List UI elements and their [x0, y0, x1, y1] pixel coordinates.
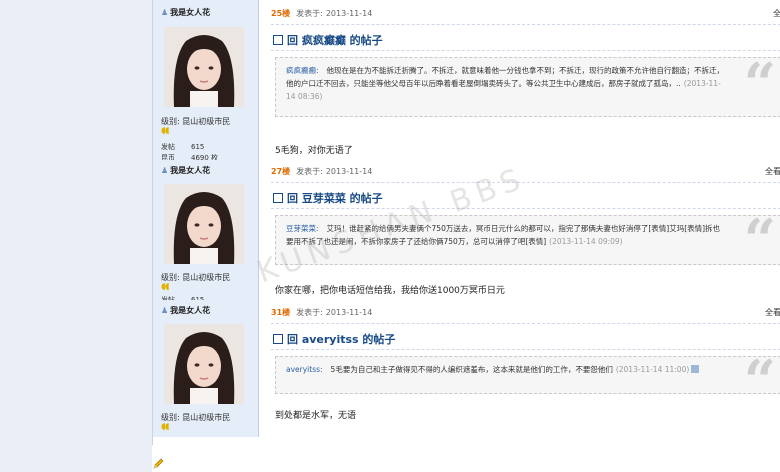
quote-author[interactable]: 豆芽菜菜:	[286, 224, 319, 233]
avatar-image	[164, 184, 244, 264]
post-date: 2013-11-14	[325, 167, 373, 176]
author-sidebar: ♟ 我是女人花 级别: 昆山初级市民 ◖◖	[153, 300, 259, 437]
quote-time: (2013-11-14 09:09)	[549, 237, 623, 246]
reply-icon	[273, 35, 283, 45]
user-icon: ♟	[161, 166, 169, 175]
quote-block: averyitss: 5毛要为自己和主子做得见不得的人编织遮羞布，这本来就是他们的…	[275, 356, 780, 394]
medal-icons: ◖◖	[161, 422, 170, 432]
quote-block: 疯疯癫癫: 他现在是在为不能拆迁折腾了。不拆迁，就意味着他一分钱也拿不到；不拆迁，…	[275, 57, 780, 117]
post-date: 2013-11-14	[325, 9, 373, 18]
thread-list: ♟ 我是女人花 级别: 昆山初级市民 ◖◖ 发帖 615 昆币 4690 枚 2…	[152, 0, 780, 445]
quote-author[interactable]: 疯疯癫癫:	[286, 66, 319, 75]
avatar-image	[164, 27, 244, 107]
stat-posts: 发帖 615	[161, 143, 205, 151]
reply-text: 到处都是水军，无语	[275, 411, 357, 421]
posted-label: 发表于:	[296, 167, 323, 176]
reply-text: 5毛狗，对你无语了	[275, 146, 353, 156]
avatar[interactable]	[164, 324, 244, 404]
left-gutter	[0, 0, 152, 472]
divider	[271, 323, 780, 324]
post-title[interactable]: 回 疯疯癫癫 的帖子	[273, 32, 383, 48]
post-date: 2013-11-14	[325, 308, 373, 317]
post: ♟ 我是女人花 级别: 昆山初级市民 ◖◖ 发帖 615 昆币 4690 枚 2…	[153, 0, 780, 162]
view-all-link[interactable]: 全	[773, 8, 780, 19]
quote-text: 他现在是在为不能拆迁折腾了。不拆迁，就意味着他一分钱也拿不到；不拆迁，现行的政策…	[286, 66, 725, 88]
medal-icons: ◖◖	[161, 282, 170, 292]
divider	[271, 24, 780, 25]
author-name[interactable]: ♟ 我是女人花	[161, 305, 210, 316]
reply-icon	[273, 334, 283, 344]
author-level: 级别: 昆山初级市民	[161, 117, 231, 126]
divider	[271, 50, 780, 51]
author-name[interactable]: ♟ 我是女人花	[161, 165, 210, 176]
post-body: 25楼 发表于: 2013-11-14 全 回 疯疯癫癫 的帖子 疯疯癫癫: 他现在是…	[271, 0, 780, 160]
view-all-link[interactable]: 全看	[765, 307, 780, 318]
divider	[271, 349, 780, 350]
post-title[interactable]: 回 averyitss 的帖子	[273, 331, 395, 347]
quote-author[interactable]: averyitss:	[286, 365, 323, 374]
quote-time: (2013-11-14 11:00)	[615, 365, 690, 374]
posted-label: 发表于:	[296, 9, 323, 18]
medal-icons: ◖◖	[161, 126, 170, 136]
author-level: 级别: 昆山初级市民	[161, 413, 231, 422]
avatar-image	[164, 324, 244, 404]
post-title[interactable]: 回 豆芽菜菜 的帖子	[273, 190, 383, 206]
post-body: 31楼 发表于: 2013-11-14 全看 回 averyitss 的帖子 ave…	[271, 300, 780, 445]
floor-number[interactable]: 25楼	[271, 9, 290, 18]
edit-pencil-icon[interactable]	[152, 458, 164, 470]
author-sidebar: ♟ 我是女人花 级别: 昆山初级市民 ◖◖ 发帖 615	[153, 160, 259, 300]
quote-mark-icon: “	[743, 356, 776, 394]
user-icon: ♟	[161, 306, 169, 315]
quote-mark-icon: “	[743, 57, 776, 117]
author-level: 级别: 昆山初级市民	[161, 273, 231, 282]
author-name[interactable]: ♟ 我是女人花	[161, 7, 210, 18]
user-icon: ♟	[161, 8, 169, 17]
quote-text: 5毛要为自己和主子做得见不得的人编织遮羞布，这本来就是他们的工作，不要怨他们	[330, 365, 613, 374]
reply-text: 你家在哪，把你电话短信给我，我给你送1000万冥币日元	[275, 286, 505, 296]
floor-number[interactable]: 31楼	[271, 308, 290, 317]
posted-label: 发表于:	[296, 308, 323, 317]
floor-number[interactable]: 27楼	[271, 167, 290, 176]
author-sidebar: ♟ 我是女人花 级别: 昆山初级市民 ◖◖ 发帖 615 昆币 4690 枚	[153, 0, 259, 162]
quote-mark-icon: “	[743, 215, 776, 265]
reply-icon	[273, 193, 283, 203]
divider	[271, 208, 780, 209]
avatar[interactable]	[164, 184, 244, 264]
avatar[interactable]	[164, 27, 244, 107]
vote-icon[interactable]	[691, 365, 700, 373]
post: ♟ 我是女人花 级别: 昆山初级市民 ◖◖ 31楼 发表于: 2013-11-1…	[153, 300, 780, 445]
view-all-link[interactable]: 全看	[765, 166, 780, 177]
